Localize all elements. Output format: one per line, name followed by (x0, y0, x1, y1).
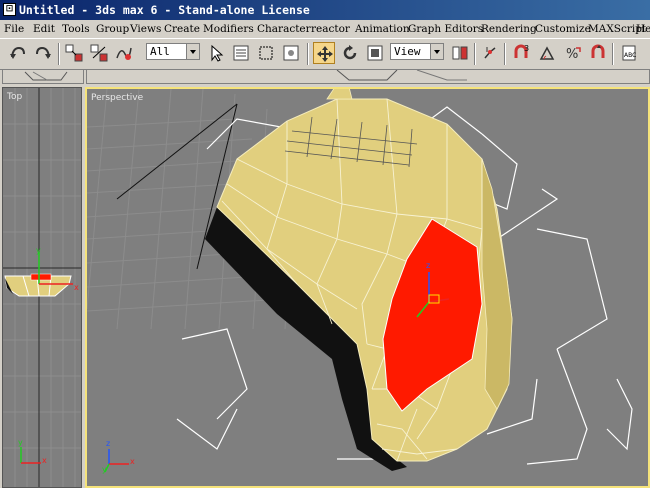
title-bar: ⊡ Untitled - 3ds max 6 - Stand-alone Lic… (0, 0, 650, 20)
menu-bar: File Edit Tools Group Views Create Modif… (0, 21, 650, 38)
select-and-link-icon[interactable] (63, 42, 85, 64)
svg-text:%: % (566, 47, 578, 62)
select-and-move-icon[interactable] (313, 42, 335, 64)
selection-filter-value: All (150, 45, 170, 58)
axis-tripod-icon (104, 449, 129, 473)
rectangular-selection-icon[interactable] (255, 42, 277, 64)
top-viewport[interactable]: Top y x y x (2, 87, 82, 488)
menu-file[interactable]: File (4, 23, 24, 35)
menu-rendering[interactable]: Rendering (481, 23, 537, 35)
main-toolbar: All View 3 % ABC (0, 38, 650, 70)
upper-left-viewport-strip[interactable] (2, 69, 84, 84)
toolbar-overflow[interactable] (642, 42, 650, 64)
menu-customize[interactable]: Customize (535, 23, 591, 35)
use-pivot-center-icon[interactable] (449, 42, 471, 64)
toolbar-separator (504, 43, 506, 65)
perspective-scene (87, 89, 633, 471)
spinner-snap-icon[interactable] (587, 42, 609, 64)
viewport-divider[interactable] (82, 87, 85, 488)
toolbar-separator (474, 43, 476, 65)
gizmo-z-label: z (426, 261, 431, 270)
unlink-icon[interactable] (88, 42, 110, 64)
tripod-x-label: x (42, 456, 47, 465)
redo-icon[interactable] (32, 42, 54, 64)
chevron-down-icon[interactable] (186, 44, 199, 59)
toolbar-separator (307, 43, 309, 65)
window-title: Untitled - 3ds max 6 - Stand-alone Licen… (19, 3, 310, 17)
svg-text:ABC: ABC (624, 52, 636, 59)
top-viewport-label[interactable]: Top (7, 92, 22, 102)
reference-coord-dropdown[interactable]: View (390, 43, 444, 60)
axis-y-label: y (36, 246, 41, 255)
undo-icon[interactable] (7, 42, 29, 64)
reference-coord-value: View (394, 45, 421, 58)
chevron-down-icon[interactable] (430, 44, 443, 59)
select-by-name-icon[interactable] (230, 42, 252, 64)
window-crossing-icon[interactable] (280, 42, 302, 64)
selection-filter-dropdown[interactable]: All (146, 43, 200, 60)
menu-help[interactable]: He (636, 23, 650, 35)
menu-create[interactable]: Create (164, 23, 200, 35)
tripod-y-label: y (102, 465, 107, 474)
snaps-toggle-icon[interactable]: 3 (510, 42, 532, 64)
top-viewport-grid (3, 88, 81, 487)
axis-x-label: x (74, 283, 79, 292)
menu-reactor[interactable]: reactor (311, 23, 350, 35)
select-and-manipulate-icon[interactable] (479, 42, 501, 64)
menu-edit[interactable]: Edit (33, 23, 55, 35)
menu-character[interactable]: Character (257, 23, 311, 35)
tripod-x-label: x (130, 457, 135, 466)
select-object-icon[interactable] (205, 42, 227, 64)
toolbar-separator (612, 43, 614, 65)
edit-named-selection-icon[interactable]: ABC (618, 42, 640, 64)
select-and-scale-icon[interactable] (364, 42, 386, 64)
menu-modifiers[interactable]: Modifiers (203, 23, 254, 35)
perspective-viewport-label[interactable]: Perspective (91, 93, 143, 103)
tripod-y-label: y (18, 438, 23, 447)
percent-snap-icon[interactable]: % (562, 42, 584, 64)
menu-tools[interactable]: Tools (62, 23, 90, 35)
perspective-viewport[interactable]: Perspective z z x y (85, 87, 650, 488)
menu-animation[interactable]: Animation (355, 23, 410, 35)
menu-group[interactable]: Group (96, 23, 129, 35)
bind-to-space-warp-icon[interactable] (113, 42, 135, 64)
menu-views[interactable]: Views (130, 23, 161, 35)
tripod-z-label: z (106, 439, 111, 448)
select-and-rotate-icon[interactable] (339, 42, 361, 64)
upper-right-viewport-strip[interactable] (86, 69, 650, 84)
toolbar-separator (58, 43, 60, 65)
app-icon[interactable]: ⊡ (3, 3, 16, 16)
svg-text:3: 3 (524, 44, 529, 53)
menu-graph-editors[interactable]: Graph Editors (408, 23, 483, 35)
angle-snap-icon[interactable] (536, 42, 558, 64)
